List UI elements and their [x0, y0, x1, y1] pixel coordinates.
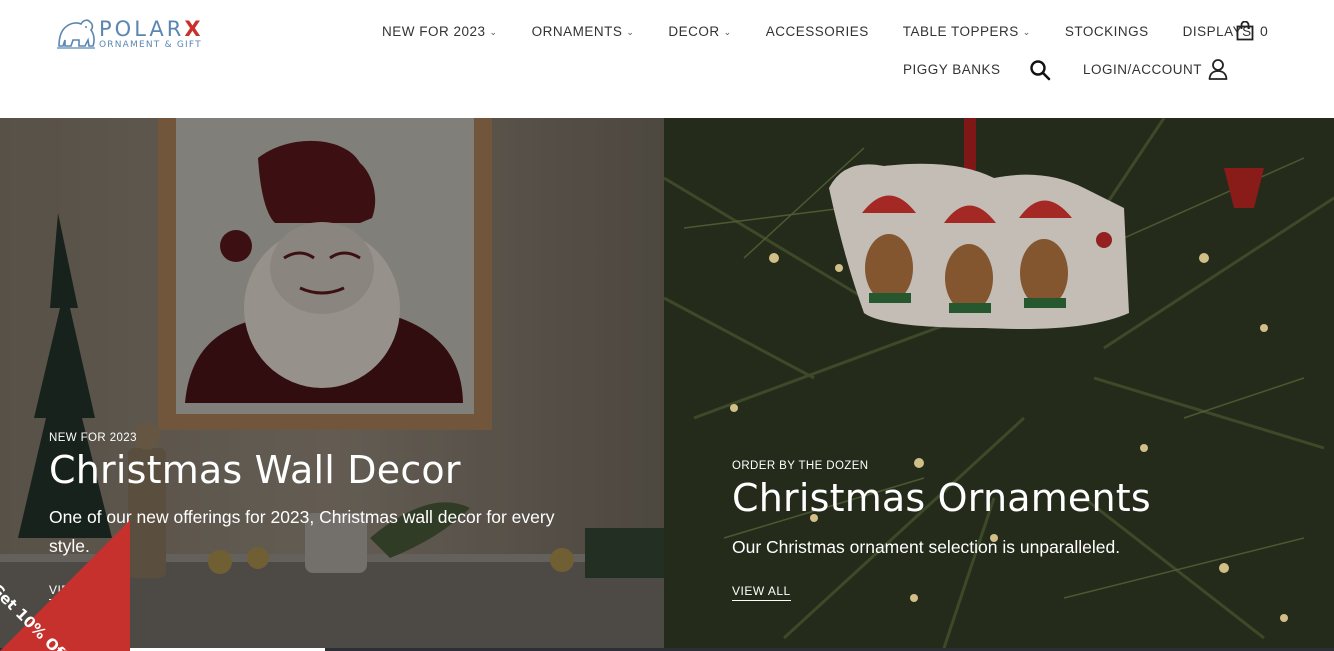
nav-item-new-for-2023[interactable]: NEW FOR 2023 ⌄ [382, 24, 498, 39]
nav-item-ornaments[interactable]: ORNAMENTS ⌄ [532, 24, 635, 39]
hero-description: Our Christmas ornament selection is unpa… [732, 536, 1121, 557]
brand-name: POLARX [99, 16, 204, 41]
site-header: POLARX ORNAMENT & GIFT NEW FOR 2023 ⌄ ORN… [0, 0, 1334, 118]
chevron-down-icon: ⌄ [489, 26, 498, 37]
nav-item-stockings[interactable]: STOCKINGS [1065, 24, 1149, 39]
hero-eyebrow: NEW FOR 2023 [49, 432, 137, 444]
nav-item-table-toppers[interactable]: TABLE TOPPERS ⌄ [903, 24, 1031, 39]
user-icon [1208, 59, 1228, 80]
login-label: LOGIN/ACCOUNT [1083, 61, 1203, 77]
nav-item-decor[interactable]: DECOR ⌄ [668, 24, 731, 39]
cart-button[interactable]: 0 [1236, 20, 1268, 42]
view-all-link[interactable]: VIEW ALL [732, 584, 791, 601]
login-account-link[interactable]: LOGIN/ACCOUNT [1083, 58, 1228, 80]
hero-headline: Christmas Wall Decor [49, 448, 461, 492]
main-nav: NEW FOR 2023 ⌄ ORNAMENTS ⌄ DECOR ⌄ ACCESSOR… [382, 20, 1252, 42]
search-icon[interactable] [1029, 59, 1051, 81]
polar-bear-icon [57, 19, 95, 49]
nav-item-piggy-banks[interactable]: PIGGY BANKS [903, 62, 1001, 77]
brand-tagline: ORNAMENT & GIFT [99, 39, 202, 50]
promo-discount-ribbon[interactable]: Get 10% Off [0, 520, 140, 651]
hero-eyebrow: ORDER BY THE DOZEN [732, 460, 869, 472]
hero-headline: Christmas Ornaments [732, 476, 1151, 520]
chevron-down-icon: ⌄ [626, 26, 635, 37]
chevron-down-icon: ⌄ [723, 26, 732, 37]
secondary-nav: PIGGY BANKS [903, 58, 1001, 80]
promo-ribbon-background [0, 520, 130, 651]
nav-item-accessories[interactable]: ACCESSORIES [766, 24, 869, 39]
shopping-bag-icon [1236, 21, 1254, 41]
cart-count: 0 [1260, 23, 1268, 39]
chevron-down-icon: ⌄ [1022, 26, 1031, 37]
logo-link[interactable]: POLARX ORNAMENT & GIFT [55, 14, 215, 54]
hero-text-ornaments: ORDER BY THE DOZEN Christmas Ornaments O… [732, 460, 1292, 601]
hero-panel-ornaments[interactable]: ORDER BY THE DOZEN Christmas Ornaments O… [664, 118, 1334, 648]
